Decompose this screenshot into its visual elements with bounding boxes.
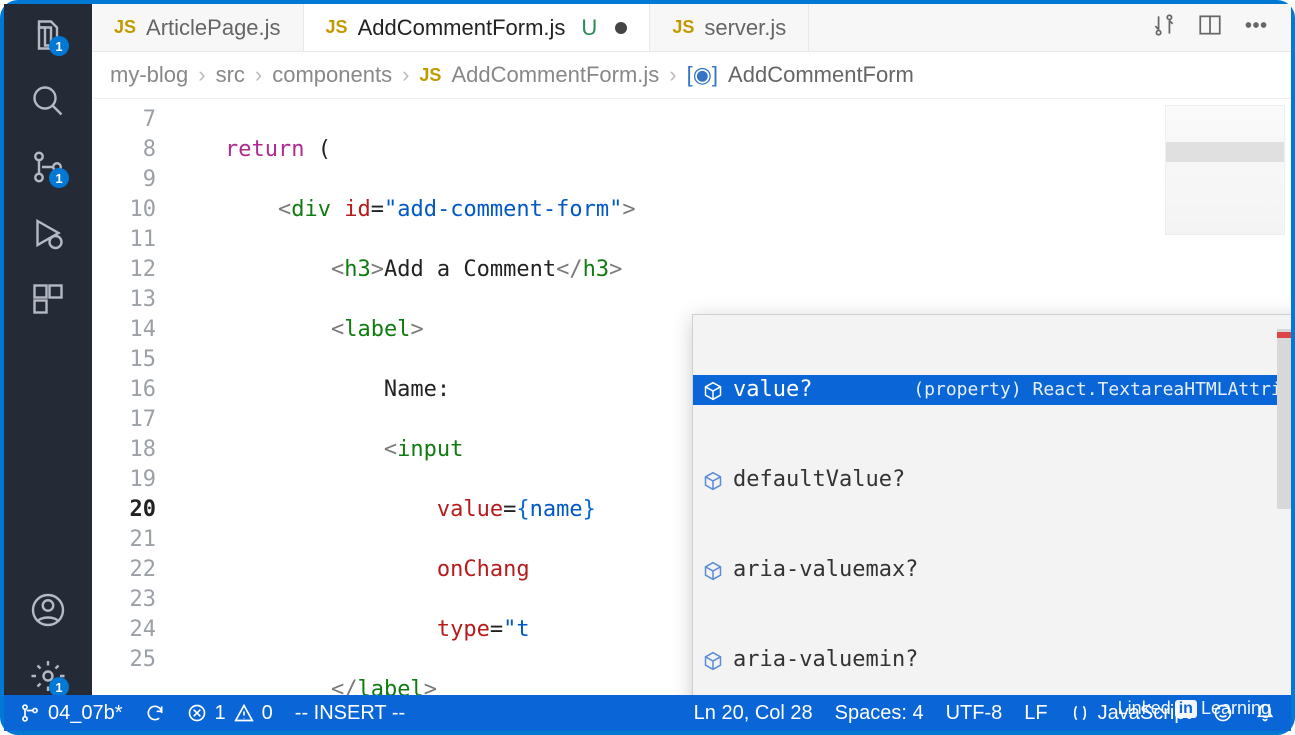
breadcrumb-symbol[interactable]: AddCommentForm	[728, 62, 914, 88]
property-icon	[703, 560, 723, 580]
compare-changes-icon[interactable]	[1151, 12, 1177, 43]
scrollbar-thumb[interactable]	[1277, 329, 1291, 509]
js-file-icon: JS	[114, 17, 136, 38]
minimap[interactable]	[1165, 105, 1285, 235]
sync-status[interactable]	[145, 703, 165, 723]
property-icon	[703, 470, 723, 490]
code-content[interactable]: return ( <div id="add-comment-form"> <h3…	[172, 99, 1291, 695]
settings-badge: 1	[49, 677, 69, 695]
vim-mode-status: -- INSERT --	[295, 702, 405, 725]
overview-ruler-error-icon	[1277, 332, 1291, 338]
chevron-right-icon: ›	[402, 62, 409, 88]
extensions-icon[interactable]	[29, 280, 67, 318]
tab-articlepage[interactable]: JS ArticlePage.js	[92, 4, 304, 51]
intellisense-popup[interactable]: value? (property) React.TextareaHTMLAttr…	[692, 314, 1291, 695]
symbol-icon: [◉]	[687, 62, 718, 88]
settings-gear-icon[interactable]: 1	[29, 657, 67, 695]
explorer-icon[interactable]: 1	[29, 16, 67, 54]
suggest-item[interactable]: value? (property) React.TextareaHTMLAttr…	[693, 375, 1291, 405]
accounts-icon[interactable]	[29, 591, 67, 629]
git-branch-status[interactable]: 04_07b*	[20, 702, 123, 725]
notifications-icon[interactable]	[1255, 703, 1275, 723]
git-status-untracked: U	[581, 15, 597, 41]
suggest-label: defaultValue?	[733, 465, 905, 495]
breadcrumb-part[interactable]: components	[272, 62, 392, 88]
dirty-indicator-icon	[615, 22, 627, 34]
js-file-icon: JS	[326, 17, 348, 38]
split-editor-icon[interactable]	[1197, 12, 1223, 43]
indentation-status[interactable]: Spaces: 4	[835, 702, 924, 725]
breadcrumb-file[interactable]: AddCommentForm.js	[451, 62, 659, 88]
eol-status[interactable]: LF	[1024, 702, 1047, 725]
chevron-right-icon: ›	[198, 62, 205, 88]
suggest-label: value?	[733, 375, 812, 405]
line-number-gutter: 78910111213141516171819202122232425	[92, 99, 172, 695]
feedback-icon[interactable]	[1213, 703, 1233, 723]
tabs-bar: JS ArticlePage.js JS AddCommentForm.js U…	[92, 4, 1291, 52]
suggest-item[interactable]: aria-valuemin?	[693, 645, 1291, 675]
breadcrumb-part[interactable]: my-blog	[110, 62, 188, 88]
tab-label: server.js	[704, 15, 786, 41]
editor[interactable]: 78910111213141516171819202122232425 retu…	[92, 99, 1291, 695]
search-icon[interactable]	[29, 82, 67, 120]
more-actions-icon[interactable]	[1243, 12, 1269, 43]
status-bar: 04_07b* 1 0 -- INSERT -- Ln 20, Col 28 S…	[4, 695, 1291, 731]
source-control-icon[interactable]: 1	[29, 148, 67, 186]
suggest-label: aria-valuemin?	[733, 645, 918, 675]
property-icon	[703, 650, 723, 670]
tab-server[interactable]: JS server.js	[650, 4, 809, 51]
chevron-right-icon: ›	[669, 62, 676, 88]
suggest-detail: (property) React.TextareaHTMLAttributes<…	[913, 375, 1291, 405]
problems-status[interactable]: 1 0	[187, 702, 273, 725]
breadcrumb[interactable]: my-blog › src › components › JS AddCommentF…	[92, 52, 1291, 99]
tab-addcommentform[interactable]: JS AddCommentForm.js U	[304, 4, 651, 51]
property-icon	[703, 380, 723, 400]
js-file-icon: JS	[419, 65, 441, 86]
breadcrumb-part[interactable]: src	[216, 62, 245, 88]
encoding-status[interactable]: UTF-8	[946, 702, 1003, 725]
suggest-item[interactable]: defaultValue?	[693, 465, 1291, 495]
chevron-right-icon: ›	[255, 62, 262, 88]
explorer-badge: 1	[49, 36, 69, 56]
suggest-item[interactable]: aria-valuemax?	[693, 555, 1291, 585]
cursor-position-status[interactable]: Ln 20, Col 28	[694, 702, 813, 725]
suggest-label: aria-valuemax?	[733, 555, 918, 585]
tab-label: AddCommentForm.js	[358, 15, 566, 41]
tab-label: ArticlePage.js	[146, 15, 281, 41]
js-file-icon: JS	[672, 17, 694, 38]
activity-bar: 1 1 1	[4, 4, 92, 695]
run-debug-icon[interactable]	[29, 214, 67, 252]
scm-badge: 1	[49, 168, 69, 188]
language-mode-status[interactable]: JavaScript	[1070, 702, 1191, 725]
